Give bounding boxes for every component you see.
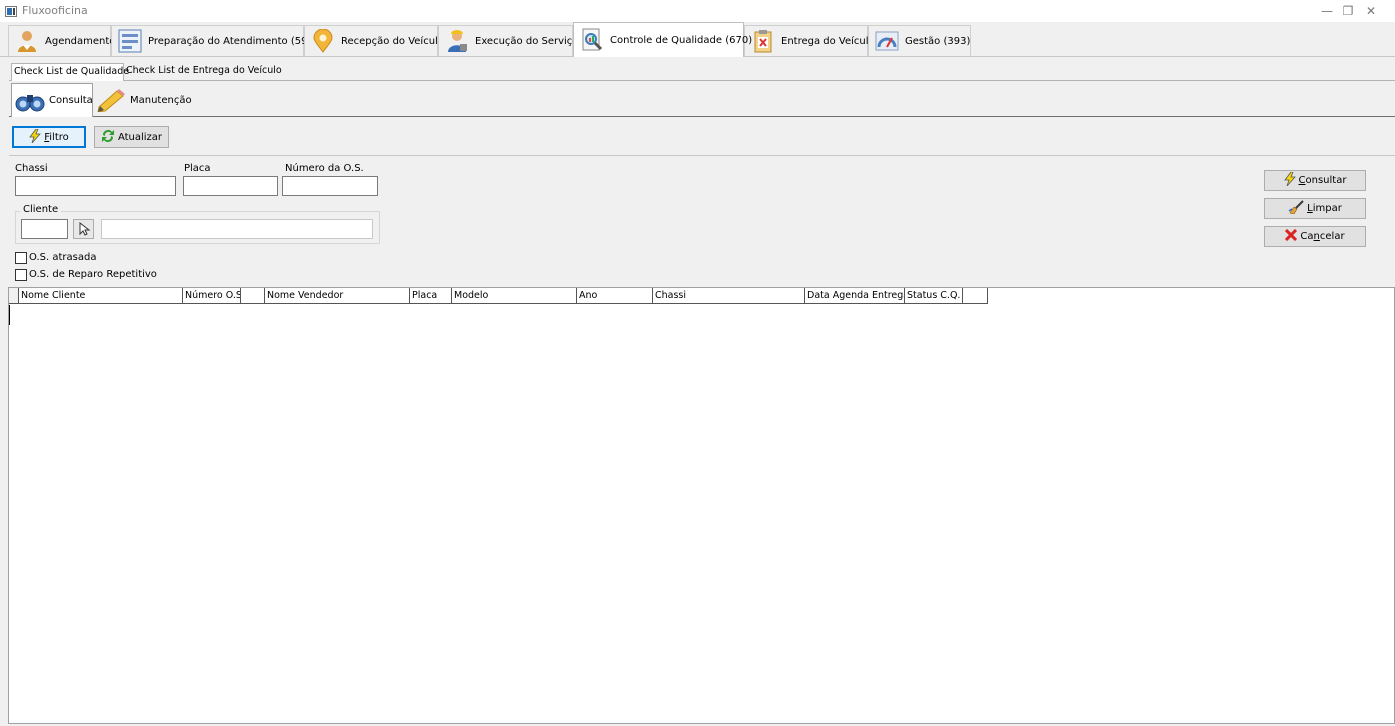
column-header[interactable]: Status C.Q. bbox=[905, 288, 963, 304]
cliente-label: Cliente bbox=[20, 204, 62, 215]
broom-icon bbox=[1288, 200, 1304, 217]
tab-label: Recepção do Veículo bbox=[341, 35, 444, 47]
cliente-name-input[interactable] bbox=[101, 219, 373, 239]
os-atrasada-checkbox[interactable] bbox=[15, 252, 27, 264]
limpar-button[interactable]: Limpar bbox=[1264, 198, 1366, 219]
column-header[interactable]: Número O.S bbox=[183, 288, 241, 304]
os-atrasada-label: O.S. atrasada bbox=[29, 252, 97, 263]
placa-input[interactable] bbox=[183, 176, 278, 196]
filtro-label: iltro bbox=[49, 131, 69, 143]
lightning-icon bbox=[1283, 171, 1296, 189]
cancelar-label-start: Ca bbox=[1300, 231, 1314, 242]
subtab-check-list-entrega[interactable]: Check List de Entrega do Veículo bbox=[124, 63, 282, 81]
results-grid[interactable]: Nome Cliente Número O.S Nome Vendedor Pl… bbox=[8, 287, 1395, 724]
tab-label: Gestão (393) bbox=[905, 35, 971, 47]
grid-row-header-corner bbox=[9, 288, 19, 304]
tab-gestao[interactable]: Gestão (393) bbox=[868, 25, 971, 56]
tab-label: Consulta bbox=[49, 95, 93, 106]
column-header[interactable]: Placa bbox=[410, 288, 452, 304]
column-header[interactable]: Nome Vendedor bbox=[265, 288, 410, 304]
tab-entrega-veiculo[interactable]: Entrega do Veículo bbox=[744, 25, 875, 56]
column-header[interactable]: Ano bbox=[577, 288, 653, 304]
tab-label: Entrega do Veículo bbox=[781, 35, 875, 47]
magnifier-report-icon bbox=[580, 28, 604, 52]
column-header[interactable]: Data Agenda Entrega bbox=[805, 288, 905, 304]
chassi-input[interactable] bbox=[15, 176, 176, 196]
person-icon bbox=[15, 29, 39, 53]
cliente-picker-button[interactable] bbox=[73, 219, 94, 239]
cursor-icon bbox=[74, 221, 93, 241]
gauge-icon bbox=[875, 29, 899, 53]
content-tab-border bbox=[9, 116, 1395, 117]
main-tab-strip: Agendamento Preparação do Atendimento (5… bbox=[0, 22, 1395, 58]
title-bar bbox=[0, 0, 1395, 22]
os-reparo-repetitivo-checkbox[interactable] bbox=[15, 269, 27, 281]
refresh-icon bbox=[101, 129, 115, 146]
cancelar-button[interactable]: Cancelar bbox=[1264, 226, 1366, 247]
checklist-icon bbox=[751, 29, 775, 53]
tab-label: Execução do Serviço bbox=[475, 35, 579, 47]
column-header[interactable]: Nome Cliente bbox=[19, 288, 183, 304]
grid-new-row-marker bbox=[9, 305, 10, 325]
filtro-button[interactable]: Filtro bbox=[12, 126, 86, 148]
grid-header: Nome Cliente Número O.S Nome Vendedor Pl… bbox=[9, 288, 988, 304]
pencil-icon bbox=[96, 88, 126, 113]
chassi-label: Chassi bbox=[15, 163, 48, 174]
column-header[interactable] bbox=[963, 288, 988, 304]
tab-label: Preparação do Atendimento (598) bbox=[148, 35, 318, 47]
window-title: Fluxooficina bbox=[22, 4, 88, 17]
app-icon bbox=[5, 6, 17, 17]
subtab-check-list-qualidade[interactable]: Check List de Qualidade bbox=[11, 63, 129, 81]
column-header[interactable]: Modelo bbox=[452, 288, 577, 304]
toolbar bbox=[9, 119, 1395, 156]
binoculars-icon bbox=[15, 89, 45, 113]
numero-os-input[interactable] bbox=[282, 176, 378, 196]
tab-consulta[interactable]: Consulta bbox=[11, 83, 93, 117]
tab-label: Controle de Qualidade (670) bbox=[610, 34, 753, 46]
limpar-label: impar bbox=[1312, 203, 1342, 214]
lightning-icon bbox=[29, 128, 42, 146]
placa-label: Placa bbox=[184, 163, 211, 174]
close-button[interactable]: ✕ bbox=[1349, 0, 1393, 22]
consultar-label: onsultar bbox=[1305, 175, 1347, 186]
os-reparo-repetitivo-label: O.S. de Reparo Repetitivo bbox=[29, 269, 157, 280]
tab-label: Agendamento bbox=[45, 35, 116, 47]
tab-label: Manutenção bbox=[130, 94, 192, 106]
subtab-border bbox=[9, 80, 1395, 81]
tab-agendamento[interactable]: Agendamento bbox=[8, 25, 115, 56]
tab-controle-qualidade[interactable]: Controle de Qualidade (670) bbox=[573, 22, 752, 57]
consultar-button[interactable]: Consultar bbox=[1264, 170, 1366, 191]
map-pin-icon bbox=[311, 28, 335, 53]
tab-preparacao-atendimento[interactable]: Preparação do Atendimento (598) bbox=[111, 25, 318, 56]
tab-execucao-servico[interactable]: Execução do Serviço bbox=[438, 25, 578, 56]
tab-recepcao-veiculo[interactable]: Recepção do Veículo bbox=[304, 25, 444, 56]
tab-manutencao[interactable]: Manutenção bbox=[93, 83, 192, 117]
atualizar-button[interactable]: Atualizar bbox=[94, 126, 169, 148]
form-icon bbox=[118, 29, 142, 53]
consultar-accel: C bbox=[1298, 175, 1306, 186]
mechanic-icon bbox=[445, 29, 469, 53]
x-icon bbox=[1285, 228, 1298, 244]
numero-os-label: Número da O.S. bbox=[285, 163, 364, 174]
column-header[interactable]: Chassi bbox=[653, 288, 805, 304]
cliente-code-input[interactable] bbox=[21, 219, 68, 239]
cancelar-label-end: celar bbox=[1319, 231, 1345, 242]
column-header[interactable] bbox=[241, 288, 265, 304]
atualizar-label: Atualizar bbox=[117, 131, 163, 143]
